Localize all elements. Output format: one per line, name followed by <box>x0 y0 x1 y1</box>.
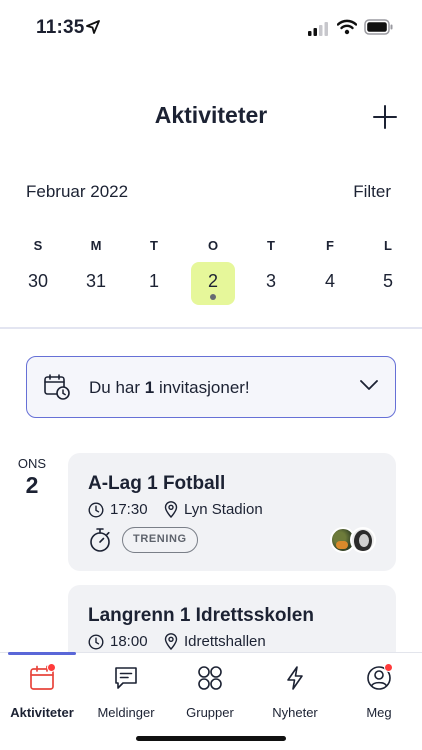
date-weekday: ONS <box>17 456 47 471</box>
location-arrow-icon <box>86 20 100 34</box>
cellular-signal-icon <box>308 22 328 36</box>
divider <box>0 327 422 329</box>
calendar-clock-icon <box>44 374 70 400</box>
location-pin-icon <box>164 501 178 518</box>
week-strip: S 30 M 31 T 1 O 2 T 3 F 4 L 5 <box>0 236 422 310</box>
event-dot <box>210 294 216 300</box>
day-number: 30 <box>27 271 49 291</box>
weekday-letter: F <box>326 238 334 253</box>
bolt-icon <box>287 666 303 690</box>
day-wednesday-selected[interactable]: O 2 <box>191 236 235 308</box>
avatar-detail <box>336 541 348 549</box>
day-sunday[interactable]: S 30 <box>16 236 60 308</box>
page-title: Aktiviteter <box>154 102 268 128</box>
weekday-letter: T <box>150 238 158 253</box>
tab-label: Aktiviteter <box>10 705 74 720</box>
day-friday[interactable]: F 4 <box>308 236 352 308</box>
day-tuesday[interactable]: T 1 <box>132 236 176 308</box>
invitation-text: Du har 1 invitasjoner! <box>89 378 250 398</box>
status-bar: 11:35 <box>0 0 422 56</box>
tab-label: Grupper <box>186 705 234 720</box>
tab-grupper[interactable]: Grupper <box>168 665 252 725</box>
battery-icon <box>364 19 393 35</box>
groups-icon <box>198 666 222 690</box>
activity-title: A-Lag 1 Fotball <box>88 473 226 494</box>
filter-button[interactable]: Filter <box>353 182 391 202</box>
activity-location-text: Idrettshallen <box>184 633 266 650</box>
activity-location: Lyn Stadion <box>164 501 263 518</box>
home-indicator <box>136 736 286 741</box>
weekday-letter: O <box>207 238 219 253</box>
add-activity-button[interactable] <box>372 104 398 130</box>
tab-label: Meg <box>366 705 392 720</box>
activity-card[interactable]: A-Lag 1 Fotball 17:30 Lyn Stadion TRENIN… <box>68 453 396 571</box>
tab-meg[interactable]: Meg <box>337 663 421 725</box>
chat-icon <box>115 667 137 689</box>
avatar-face <box>359 534 369 547</box>
activity-title: Langrenn 1 Idrettsskolen <box>88 605 314 626</box>
activity-time-text: 17:30 <box>110 501 148 518</box>
day-number: 3 <box>265 271 276 291</box>
invitation-banner[interactable]: Du har 1 invitasjoner! <box>26 356 396 418</box>
day-number: 31 <box>85 271 107 291</box>
location-pin-icon <box>164 633 178 650</box>
weekday-letter: S <box>33 238 43 253</box>
invitation-count: 1 <box>144 378 155 397</box>
stopwatch-icon <box>90 528 110 552</box>
clock-icon <box>88 633 104 650</box>
clock-icon <box>88 501 104 518</box>
day-number: 1 <box>148 271 159 291</box>
active-tab-indicator <box>8 652 76 655</box>
tab-label: Meldinger <box>97 705 155 720</box>
activity-location-text: Lyn Stadion <box>184 501 263 518</box>
tab-nyheter[interactable]: Nyheter <box>253 665 337 725</box>
plus-icon <box>373 105 397 129</box>
invitation-prefix: Du har <box>89 378 145 397</box>
month-label[interactable]: Februar 2022 <box>26 182 128 202</box>
day-thursday[interactable]: T 3 <box>249 236 293 308</box>
invitation-suffix: invitasjoner! <box>154 378 250 397</box>
tab-meldinger[interactable]: Meldinger <box>84 665 168 725</box>
activity-time: 18:00 <box>88 633 148 650</box>
activity-type-badge: TRENING <box>122 527 198 553</box>
day-number: 2 <box>207 271 218 291</box>
wifi-icon <box>337 19 357 35</box>
activity-time: 17:30 <box>88 501 148 518</box>
chevron-down-icon <box>360 380 378 390</box>
tab-aktiviteter[interactable]: Aktiviteter <box>0 663 84 725</box>
date-number: 2 <box>25 472 39 498</box>
day-number: 5 <box>382 271 393 291</box>
day-saturday[interactable]: L 5 <box>366 236 410 308</box>
activity-location: Idrettshallen <box>164 633 266 650</box>
tab-label: Nyheter <box>272 705 318 720</box>
day-number: 4 <box>324 271 335 291</box>
avatar <box>350 527 376 553</box>
weekday-letter: T <box>267 238 275 253</box>
notification-dot <box>47 663 56 672</box>
weekday-letter: L <box>384 238 392 253</box>
notification-dot <box>384 663 393 672</box>
day-monday[interactable]: M 31 <box>74 236 118 308</box>
activity-time-text: 18:00 <box>110 633 148 650</box>
weekday-letter: M <box>90 238 102 253</box>
status-time: 11:35 <box>36 17 85 38</box>
